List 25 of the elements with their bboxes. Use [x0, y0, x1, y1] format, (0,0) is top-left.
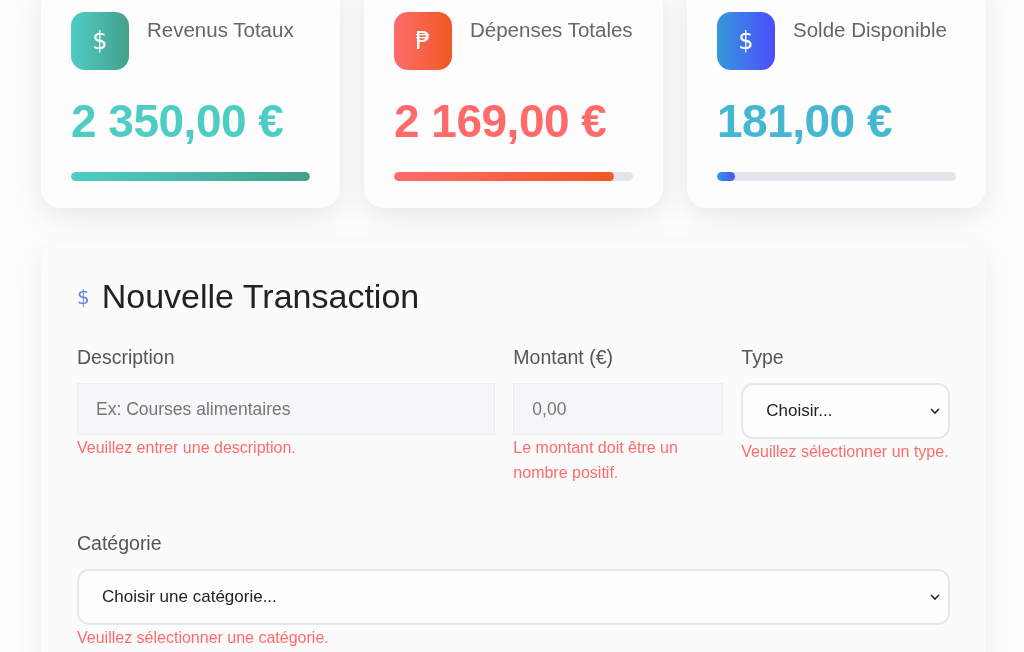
field-label: Catégorie [77, 532, 163, 555]
input-field[interactable]: Ex: Courses alimentaires [77, 383, 496, 435]
field-label: Description [77, 346, 176, 369]
error-message: Le montant doit être un nombre positif. [513, 438, 679, 483]
currency-icon: ₱ [394, 12, 452, 70]
chevron-down-icon [930, 408, 940, 414]
field-label: Type [741, 346, 785, 369]
card-title: Solde Disponible [793, 18, 947, 42]
error-message: Veuillez sélectionner une catégorie. [77, 628, 330, 648]
error-message: Veuillez entrer une description. [77, 438, 297, 458]
input-field[interactable]: 0,00 [513, 383, 724, 435]
chevron-down-icon [930, 594, 940, 600]
card-title: Revenus Totaux [147, 18, 294, 42]
amount: 181,00 € [717, 94, 894, 148]
select-dropdown[interactable]: Choisir... [741, 383, 950, 439]
amount: 2 350,00 € [71, 94, 285, 148]
field-label: Montant (€) [513, 346, 615, 369]
select-dropdown[interactable]: Choisir une catégorie... [77, 569, 950, 625]
currency-icon: $ [71, 12, 129, 70]
currency-icon: $ [717, 12, 775, 70]
form-title: Nouvelle Transaction [101, 277, 420, 316]
card-title: Dépenses Totales [470, 18, 633, 42]
dollar-icon: $ [77, 284, 90, 309]
error-message: Veuillez sélectionner un type. [741, 442, 950, 462]
amount: 2 169,00 € [394, 94, 608, 148]
